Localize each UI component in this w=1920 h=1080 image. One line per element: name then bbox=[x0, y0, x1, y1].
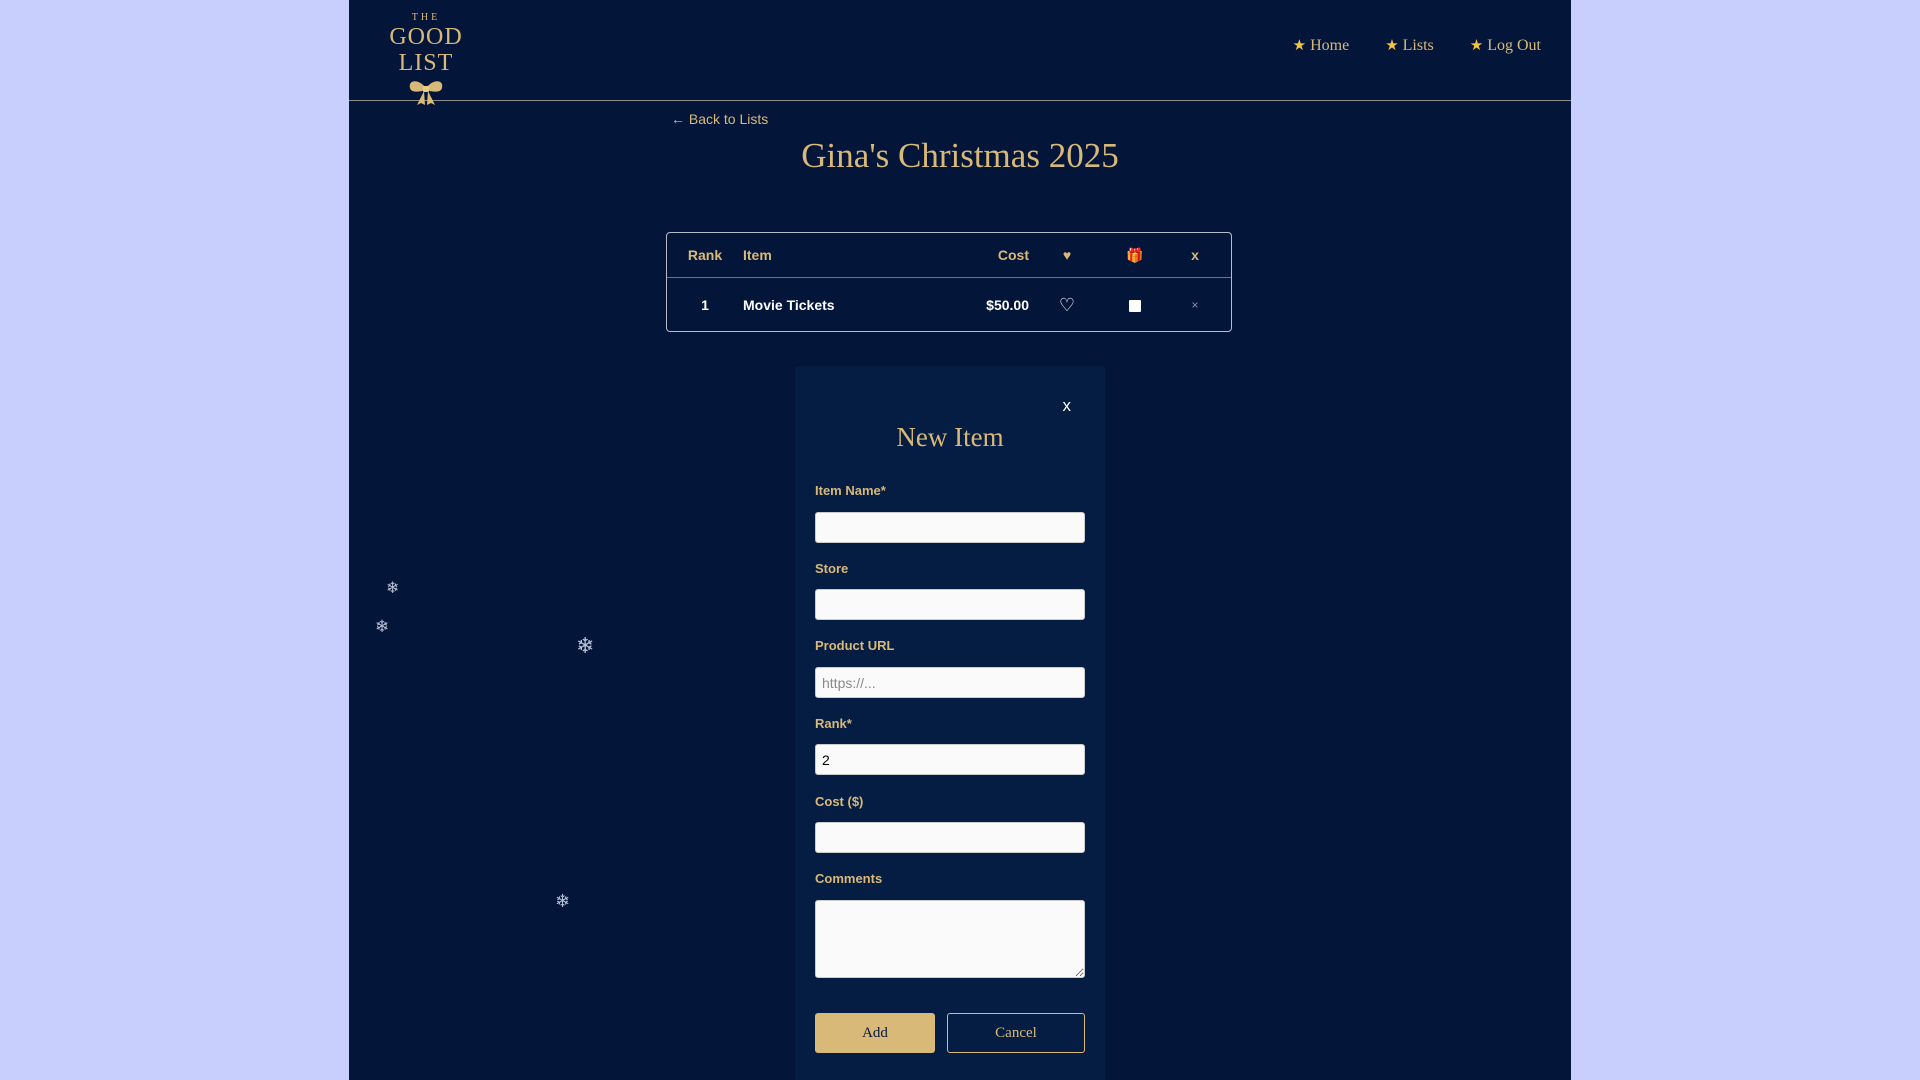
modal-title: New Item bbox=[896, 422, 1004, 452]
table-row: 1 Movie Tickets $50.00 ♡ × bbox=[667, 278, 1231, 332]
gift-icon: 🎁 bbox=[1126, 246, 1144, 263]
comments-textarea[interactable] bbox=[815, 900, 1085, 978]
header-cost: Cost bbox=[997, 247, 1029, 263]
site-logo[interactable]: THE GOOD LIST bbox=[361, 12, 491, 105]
snowflake-icon: ❄ bbox=[375, 617, 390, 637]
header-remove: x bbox=[1191, 247, 1199, 263]
rank-label: Rank* bbox=[815, 716, 852, 731]
purchased-checkbox-cell bbox=[1105, 297, 1165, 313]
site-header: THE GOOD LIST ★ Home ★ Lists ★ Log Out bbox=[349, 0, 1571, 105]
product-url-label: Product URL bbox=[815, 638, 895, 653]
comments-label: Comments bbox=[815, 871, 883, 886]
logo-the-text: THE bbox=[411, 12, 441, 23]
row-item-name[interactable]: Movie Tickets bbox=[743, 297, 949, 313]
store-label: Store bbox=[815, 561, 849, 576]
main-nav: ★ Home ★ Lists ★ Log Out bbox=[1293, 36, 1541, 55]
rank-input[interactable] bbox=[815, 744, 1085, 775]
snowflake-icon: ❄ bbox=[555, 891, 571, 912]
modal-close-button[interactable]: x bbox=[1063, 396, 1072, 416]
purchased-checkbox[interactable] bbox=[1129, 300, 1141, 313]
bow-icon bbox=[409, 81, 443, 105]
nav-lists[interactable]: ★ Lists bbox=[1385, 36, 1434, 55]
item-name-label: Item Name* bbox=[815, 483, 886, 498]
page-container: THE GOOD LIST ★ Home ★ Lists ★ Log Out ←… bbox=[349, 0, 1571, 1080]
snowflake-icon: ❄ bbox=[576, 634, 595, 659]
row-rank: 1 bbox=[701, 297, 709, 313]
header-item: Item bbox=[743, 247, 772, 263]
table-header-row: Rank Item Cost ♥ 🎁 x bbox=[667, 233, 1231, 278]
back-to-lists-link[interactable]: ← Back to Lists bbox=[671, 111, 768, 127]
item-name-input[interactable] bbox=[815, 512, 1085, 543]
cancel-button[interactable]: Cancel bbox=[947, 1013, 1085, 1053]
snowflake-icon: ❄ bbox=[386, 578, 400, 597]
cost-label: Cost ($) bbox=[815, 794, 864, 809]
nav-home[interactable]: ★ Home bbox=[1293, 36, 1350, 55]
new-item-modal: x New Item Item Name* Store Product URL … bbox=[795, 366, 1105, 1080]
cost-input[interactable] bbox=[815, 822, 1085, 853]
favorite-heart-icon[interactable]: ♡ bbox=[1029, 295, 1105, 316]
product-url-input[interactable] bbox=[815, 667, 1085, 698]
nav-logout-label: Log Out bbox=[1487, 36, 1541, 54]
logo-main-text: GOOD LIST bbox=[389, 24, 463, 76]
star-icon: ★ bbox=[1385, 38, 1399, 54]
remove-item-button[interactable]: × bbox=[1165, 298, 1225, 312]
heart-icon: ♥ bbox=[1062, 247, 1072, 263]
nav-lists-label: Lists bbox=[1402, 36, 1434, 54]
row-cost: $50.00 bbox=[986, 297, 1029, 313]
star-icon: ★ bbox=[1469, 38, 1484, 54]
nav-home-label: Home bbox=[1310, 36, 1350, 54]
nav-logout[interactable]: ★ Log Out bbox=[1470, 36, 1541, 55]
page-title: Gina's Christmas 2025 bbox=[801, 136, 1119, 175]
add-button[interactable]: Add bbox=[815, 1013, 935, 1053]
store-input[interactable] bbox=[815, 589, 1085, 620]
header-rank: Rank bbox=[687, 247, 723, 263]
star-icon: ★ bbox=[1292, 38, 1307, 54]
items-table: Rank Item Cost ♥ 🎁 x 1 Movie Tickets $50… bbox=[666, 232, 1232, 332]
